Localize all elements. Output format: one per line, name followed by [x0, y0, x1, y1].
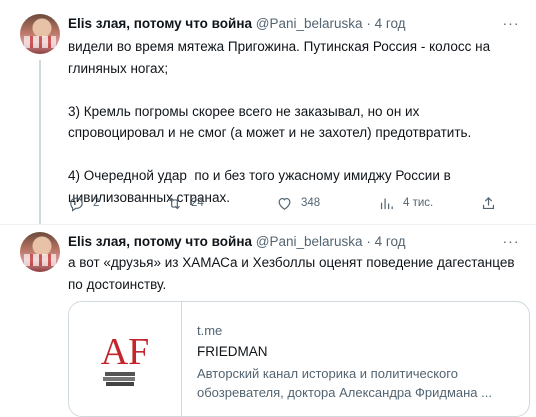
- book-3: [106, 382, 134, 386]
- retweet-count: 24: [191, 197, 204, 209]
- card-thumbnail: AF: [69, 302, 182, 416]
- reply-icon: [70, 197, 83, 212]
- more-icon[interactable]: ···: [500, 234, 522, 254]
- tweet-header: Elis злая, потому что война @Pani_belaru…: [68, 232, 406, 252]
- share-button[interactable]: [480, 195, 497, 212]
- tweet-text-line: видели во время мятежа Пригожина. Путинс…: [68, 39, 494, 76]
- card-meta: t.me FRIEDMAN Авторский канал историка и…: [197, 322, 517, 402]
- author-handle[interactable]: @Pani_belaruska: [256, 16, 363, 31]
- views-chart-icon: [380, 198, 393, 209]
- af-logo: AF: [101, 331, 150, 386]
- author-handle[interactable]: @Pani_belaruska: [256, 234, 363, 249]
- tweet-time[interactable]: 4 год: [375, 16, 406, 31]
- views-count: 4 тис.: [403, 197, 434, 209]
- tweet-actions: 2 24 348 4 тис.: [64, 193, 504, 213]
- reply-button[interactable]: 2: [68, 195, 99, 212]
- author-name[interactable]: Elis злая, потому что война: [68, 16, 252, 31]
- retweet-icon: [169, 197, 180, 209]
- tweet-time[interactable]: 4 год: [375, 234, 406, 249]
- card-title: FRIEDMAN: [197, 344, 268, 359]
- avatar[interactable]: [20, 14, 60, 54]
- card-domain: t.me: [197, 323, 223, 338]
- avatar[interactable]: [20, 232, 60, 272]
- separator-dot: ·: [366, 234, 371, 249]
- book-2: [103, 377, 135, 381]
- more-icon[interactable]: ···: [500, 16, 522, 36]
- tweet-text-line: а вот «друзья» из ХАМАСа и Хезболлы оцен…: [68, 255, 519, 292]
- reply-count: 2: [93, 197, 100, 209]
- heart-icon: [278, 197, 291, 210]
- retweet-button[interactable]: 24: [166, 195, 204, 212]
- tweet-text-line: 3) Кремль погромы скорее всего не заказы…: [68, 103, 472, 141]
- tweet-header: Elis злая, потому что война @Pani_belaru…: [68, 14, 406, 34]
- book-1: [105, 372, 135, 376]
- views-button[interactable]: 4 тис.: [378, 195, 433, 212]
- thread-line: [39, 60, 41, 224]
- like-button[interactable]: 348: [276, 195, 320, 212]
- tweet-text-line: [68, 144, 518, 166]
- like-count: 348: [301, 197, 321, 209]
- author-name[interactable]: Elis злая, потому что война: [68, 234, 252, 249]
- separator-dot: ·: [366, 16, 371, 31]
- link-preview-card[interactable]: AF t.me FRIEDMAN Авторский канал историк…: [68, 301, 530, 417]
- tweet-1[interactable]: Elis злая, потому что война @Pani_belaru…: [0, 0, 536, 224]
- logo-text: AF: [101, 331, 150, 373]
- share-icon: [482, 196, 495, 209]
- tweet-text: а вот «друзья» из ХАМАСа и Хезболлы оцен…: [68, 252, 518, 295]
- tweet-text: видели во время мятежа Пригожина. Путинс…: [68, 36, 518, 208]
- card-description: Авторский канал историка и политического…: [197, 366, 492, 400]
- tweet-text-line: [68, 79, 518, 101]
